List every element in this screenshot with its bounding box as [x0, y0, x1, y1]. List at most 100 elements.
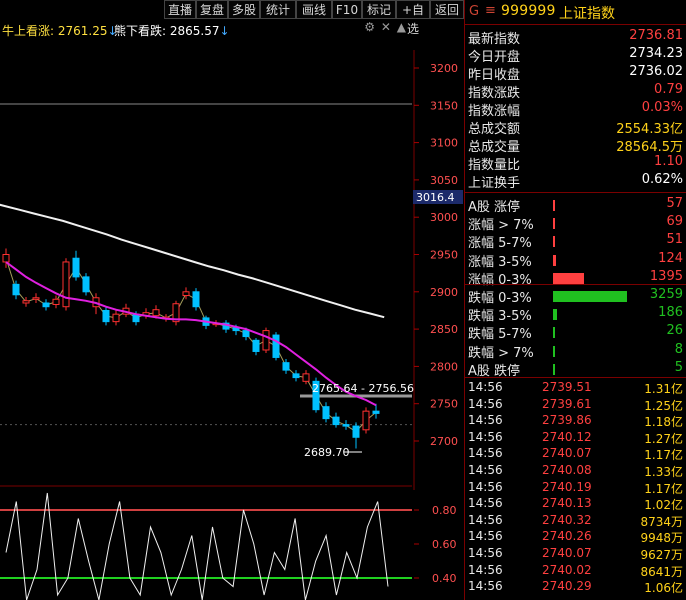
tick-volume: 1.25亿	[644, 398, 683, 413]
quote-row: 指数涨跌 0.79	[465, 82, 686, 101]
fall-row: A股 跌停 5	[465, 359, 686, 379]
tick-price: 2740.12	[542, 429, 592, 444]
kline-svg[interactable]: 3200 3150 3100 3050 3000 2950 2900 2850 2800 2750…	[0, 20, 464, 600]
up-icon[interactable]: ▲	[397, 20, 406, 34]
candle-body	[12, 283, 20, 296]
tick-row[interactable]: 14:56 2740.02 8641万	[465, 563, 686, 580]
dist-bar	[553, 291, 627, 302]
mark-button[interactable]: 标记	[362, 0, 396, 19]
quote-value: 2554.33亿	[616, 122, 683, 137]
dist-value: 26	[666, 323, 683, 339]
tick-price: 2740.32	[542, 512, 592, 527]
tick-volume: 1.02亿	[644, 498, 683, 513]
close-icon[interactable]: ✕	[381, 20, 391, 34]
dist-value: 1395	[649, 268, 683, 284]
tick-price: 2739.86	[542, 413, 592, 428]
dist-value: 51	[666, 232, 683, 248]
candle-body	[272, 334, 280, 358]
quote-value: 1.10	[654, 154, 683, 169]
tick-volume: 1.33亿	[644, 465, 683, 479]
dist-value: 186	[658, 305, 683, 321]
f10-button[interactable]: F10	[332, 0, 362, 19]
tick-row[interactable]: 14:56 2740.08 1.33亿	[465, 463, 686, 480]
candle-body	[192, 291, 200, 308]
fall-row: 跌幅 5-7% 26	[465, 323, 686, 343]
tick-row[interactable]: 14:56 2739.86 1.18亿	[465, 413, 686, 430]
settings-icon[interactable]: ⚙	[364, 20, 375, 34]
menu-icon[interactable]: ≡	[485, 3, 496, 18]
dist-label: 跌幅 5-7%	[468, 327, 532, 343]
tick-row[interactable]: 14:56 2740.26 9948万	[465, 529, 686, 546]
quote-label: 指数量比	[468, 158, 521, 173]
tick-row[interactable]: 14:56 2739.61 1.25亿	[465, 397, 686, 414]
bull-legend: 牛上看涨: 2761.25↓	[2, 22, 118, 39]
tick-row[interactable]: 14:56 2740.07 9627万	[465, 546, 686, 563]
bull-value: 2761.25	[57, 24, 108, 38]
candle-body	[282, 362, 290, 371]
draw-line-button[interactable]: 画线	[296, 0, 332, 19]
candle-body	[42, 302, 50, 308]
tick-row[interactable]: 14:56 2740.12 1.27亿	[465, 430, 686, 447]
quote-row: 最新指数 2736.81	[465, 28, 686, 47]
price-tick-label: 3000	[430, 211, 458, 224]
dist-bar	[553, 236, 555, 248]
tick-volume: 1.17亿	[644, 448, 683, 463]
dist-label: A股 涨停	[468, 200, 521, 215]
tick-row[interactable]: 14:56 2740.07 1.17亿	[465, 446, 686, 463]
divider	[465, 192, 686, 193]
tick-price: 2740.13	[542, 496, 592, 511]
dist-label: 跌幅 0-3%	[468, 291, 532, 306]
statistics-button[interactable]: 统计	[260, 0, 296, 19]
tick-price: 2739.61	[542, 396, 592, 411]
dist-label: A股 跌停	[468, 363, 521, 379]
osc-tick-label: 0.60	[432, 538, 457, 551]
tick-price: 2740.26	[542, 529, 592, 544]
quote-row: 总成交量 28564.5万	[465, 136, 686, 155]
candle-body	[62, 261, 70, 308]
tick-time: 14:56	[468, 413, 503, 428]
quote-value: 0.62%	[641, 172, 683, 187]
candle-body	[372, 410, 380, 414]
quote-value: 2734.23	[629, 46, 683, 61]
review-button[interactable]: 复盘	[196, 0, 228, 19]
trend-line	[5, 258, 377, 433]
range-label: 2765.64 - 2756.56	[312, 382, 414, 395]
quote-value: 2736.02	[629, 64, 683, 79]
osc-tick-label: 0.80	[432, 504, 457, 517]
tick-row[interactable]: 14:56 2739.51 1.31亿	[465, 380, 686, 397]
tick-time: 14:56	[468, 446, 503, 461]
osc-tick-label: 0.40	[432, 572, 457, 585]
tick-time: 14:56	[468, 429, 503, 444]
dist-bar	[553, 345, 555, 357]
back-button[interactable]: 返回	[430, 0, 464, 19]
tick-time: 14:56	[468, 496, 503, 511]
kline-chart[interactable]: 3200 3150 3100 3050 3000 2950 2900 2850 2800 2750…	[0, 20, 464, 600]
tick-volume: 1.17亿	[644, 481, 683, 496]
quote-row: 昨日收盘 2736.02	[465, 64, 686, 83]
tick-row[interactable]: 14:56 2740.29 1.06亿	[465, 579, 686, 596]
quote-label: 指数涨跌	[468, 86, 521, 101]
add-watchlist-button[interactable]: +自选	[396, 0, 430, 36]
group-badge[interactable]: G	[469, 4, 479, 19]
tick-row[interactable]: 14:56 2740.32 8734万	[465, 513, 686, 530]
tick-volume: 1.31亿	[644, 382, 683, 396]
tick-time: 14:56	[468, 479, 503, 494]
tick-price: 2740.29	[542, 579, 592, 594]
arrow-down-icon: ↓	[219, 24, 230, 38]
dist-bar	[553, 254, 556, 266]
price-tick-label: 3200	[430, 62, 458, 75]
candle-body	[292, 373, 300, 379]
multi-stock-button[interactable]: 多股	[228, 0, 260, 19]
bear-value: 2865.57	[169, 24, 220, 38]
dist-value: 5	[674, 359, 683, 375]
tick-row[interactable]: 14:56 2740.19 1.17亿	[465, 480, 686, 497]
tick-price: 2740.07	[542, 546, 592, 560]
live-button[interactable]: 直播	[164, 0, 196, 19]
candle-body	[352, 425, 360, 438]
quote-label: 总成交量	[468, 140, 521, 155]
tick-row[interactable]: 14:56 2740.13 1.02亿	[465, 496, 686, 513]
dist-bar	[553, 327, 555, 339]
rise-row: 涨幅 5-7% 51	[465, 232, 686, 251]
tick-price: 2739.51	[542, 380, 592, 394]
tick-volume: 1.27亿	[644, 431, 683, 446]
